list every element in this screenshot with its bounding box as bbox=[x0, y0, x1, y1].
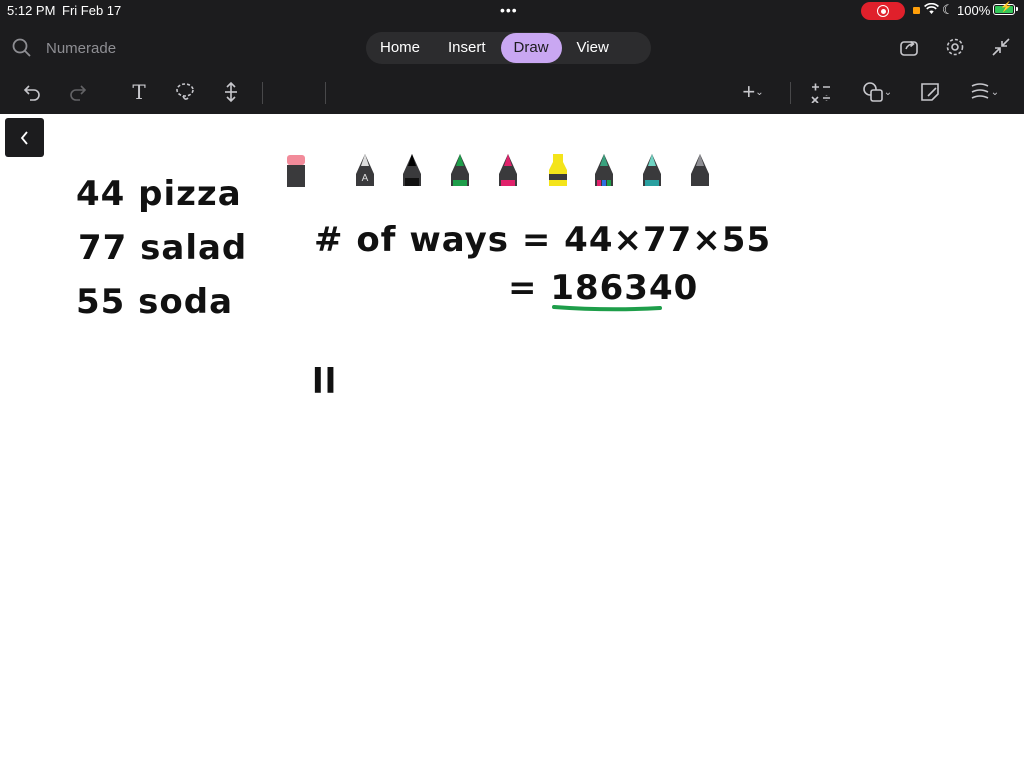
chevron-down-icon: ⌄ bbox=[883, 86, 893, 98]
redo-icon[interactable] bbox=[66, 80, 90, 104]
battery-icon: ⚡ bbox=[993, 2, 1018, 15]
focus-moon-icon: ☾ bbox=[942, 2, 954, 17]
collapse-arrows-icon[interactable] bbox=[990, 36, 1012, 58]
tab-view[interactable]: View bbox=[564, 33, 622, 63]
back-button[interactable] bbox=[5, 118, 44, 157]
status-date: Fri Feb 17 bbox=[62, 3, 122, 18]
ribbon-tabs: Home Insert Draw View bbox=[366, 32, 651, 64]
pen-rainbow-icon[interactable] bbox=[593, 152, 615, 186]
search-placeholder: Numerade bbox=[46, 39, 117, 57]
pen-pink-icon[interactable] bbox=[497, 152, 519, 186]
tab-insert[interactable]: Insert bbox=[435, 33, 499, 63]
equals-sign: = bbox=[508, 268, 551, 308]
handwritten-stray-mark: ll bbox=[312, 362, 338, 402]
header-actions bbox=[898, 36, 1012, 58]
chevron-left-icon bbox=[20, 130, 28, 145]
handwritten-item-salad: 77 salad bbox=[78, 228, 248, 268]
toolbar-divider bbox=[262, 82, 263, 104]
top-toolbar: 5:12 PM Fri Feb 17 ••• ☾ 100% ⚡ Numerade… bbox=[0, 0, 1024, 187]
search-icon bbox=[12, 38, 31, 57]
chevron-down-icon: ⌄ bbox=[990, 86, 1000, 98]
handwritten-item-pizza: 44 pizza bbox=[76, 174, 242, 214]
tab-home[interactable]: Home bbox=[367, 33, 433, 63]
insert-space-icon[interactable] bbox=[219, 80, 243, 104]
search-field[interactable]: Numerade bbox=[12, 36, 116, 60]
wifi-icon bbox=[924, 2, 939, 18]
pen-teal-icon[interactable] bbox=[641, 152, 663, 186]
shapes-icon bbox=[862, 82, 883, 102]
highlighter-yellow-icon[interactable] bbox=[545, 152, 571, 186]
draw-toolbar: T A + ⌄ ⌄ ⌄ bbox=[0, 74, 1024, 187]
svg-text:A: A bbox=[362, 173, 369, 184]
pen-green-icon[interactable] bbox=[449, 152, 471, 186]
toolbar-divider bbox=[325, 82, 326, 104]
handwritten-item-soda: 55 soda bbox=[76, 282, 234, 322]
chevron-down-icon: ⌄ bbox=[755, 86, 764, 98]
add-pen-button[interactable]: + ⌄ bbox=[733, 79, 773, 104]
status-bar: 5:12 PM Fri Feb 17 ••• ☾ 100% ⚡ bbox=[0, 0, 1024, 22]
tab-draw[interactable]: Draw bbox=[500, 33, 562, 63]
undo-icon[interactable] bbox=[20, 80, 44, 104]
ink-to-shape-icon bbox=[971, 83, 989, 99]
ink-to-shape-button[interactable]: ⌄ bbox=[964, 80, 1004, 104]
settings-gear-icon[interactable] bbox=[944, 36, 966, 58]
status-time: 5:12 PM bbox=[7, 3, 56, 18]
shapes-button[interactable]: ⌄ bbox=[857, 80, 897, 104]
multitask-dots[interactable]: ••• bbox=[500, 2, 518, 18]
plus-icon: + bbox=[742, 79, 756, 104]
pen-black-icon[interactable] bbox=[401, 152, 423, 186]
text-tool-icon[interactable]: T bbox=[127, 80, 151, 104]
green-underline bbox=[552, 305, 662, 312]
sticky-note-icon[interactable] bbox=[918, 80, 942, 104]
share-icon[interactable] bbox=[898, 36, 920, 58]
record-icon bbox=[877, 5, 889, 17]
math-icon[interactable] bbox=[809, 80, 833, 104]
handwritten-equation: # of ways = 44×77×55 bbox=[314, 220, 772, 260]
mic-in-use-indicator bbox=[913, 7, 920, 14]
lasso-icon[interactable] bbox=[173, 80, 197, 104]
battery-percent: 100% bbox=[957, 3, 991, 18]
screen-recording-indicator[interactable] bbox=[861, 2, 905, 20]
pen-white-icon[interactable]: A bbox=[354, 152, 376, 186]
eraser-icon[interactable] bbox=[285, 154, 307, 188]
toolbar-divider bbox=[790, 82, 791, 104]
pen-gray-icon[interactable] bbox=[689, 152, 711, 186]
